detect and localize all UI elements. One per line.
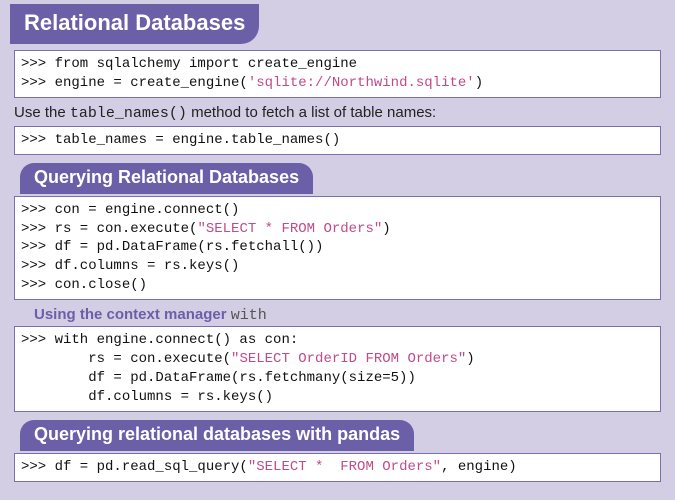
code-line-part: ) — [475, 75, 483, 91]
main-header: Relational Databases — [10, 4, 259, 44]
subcaption-code: with — [231, 307, 267, 324]
code-block-pandas: >>> df = pd.read_sql_query("SELECT * FRO… — [14, 453, 661, 482]
code-line: df = pd.DataFrame(rs.fetchmany(size=5)) — [21, 370, 416, 386]
code-string: "SELECT * FROM Orders" — [197, 221, 382, 237]
sub-header-querying: Querying Relational Databases — [20, 163, 313, 194]
caption-table-names: Use the table_names() method to fetch a … — [14, 104, 661, 122]
code-string: "SELECT OrderID FROM Orders" — [231, 351, 466, 367]
caption-text: method to fetch a list of table names: — [187, 104, 436, 121]
subcaption-context-manager: Using the context manager with — [34, 306, 675, 324]
code-string: 'sqlite://Northwind.sqlite' — [248, 75, 475, 91]
code-line: >>> with engine.connect() as con: — [21, 332, 298, 348]
sub-header-pandas: Querying relational databases with panda… — [20, 420, 414, 451]
code-line-part: ) — [466, 351, 474, 367]
code-block-import: >>> from sqlalchemy import create_engine… — [14, 50, 661, 98]
code-line-part: >>> rs = con.execute( — [21, 221, 197, 237]
code-line-part: rs = con.execute( — [21, 351, 231, 367]
code-line-part: >>> df = pd.read_sql_query( — [21, 459, 248, 475]
caption-code: table_names() — [70, 105, 187, 122]
code-line: >>> table_names = engine.table_names() — [21, 132, 340, 148]
code-line: >>> df = pd.DataFrame(rs.fetchall()) — [21, 239, 323, 255]
code-line: >>> con = engine.connect() — [21, 202, 239, 218]
code-line: df.columns = rs.keys() — [21, 389, 273, 405]
code-line-part: , engine) — [441, 459, 517, 475]
code-block-query: >>> con = engine.connect() >>> rs = con.… — [14, 196, 661, 300]
code-block-context-manager: >>> with engine.connect() as con: rs = c… — [14, 326, 661, 412]
code-line-part: >>> engine = create_engine( — [21, 75, 248, 91]
code-line: >>> df.columns = rs.keys() — [21, 258, 239, 274]
code-line: >>> from sqlalchemy import create_engine — [21, 56, 357, 72]
code-line: >>> con.close() — [21, 277, 147, 293]
code-line-part: ) — [382, 221, 390, 237]
code-string: "SELECT * FROM Orders" — [248, 459, 441, 475]
code-block-table-names: >>> table_names = engine.table_names() — [14, 126, 661, 155]
subcaption-text: Using the context manager — [34, 306, 231, 323]
caption-text: Use the — [14, 104, 70, 121]
